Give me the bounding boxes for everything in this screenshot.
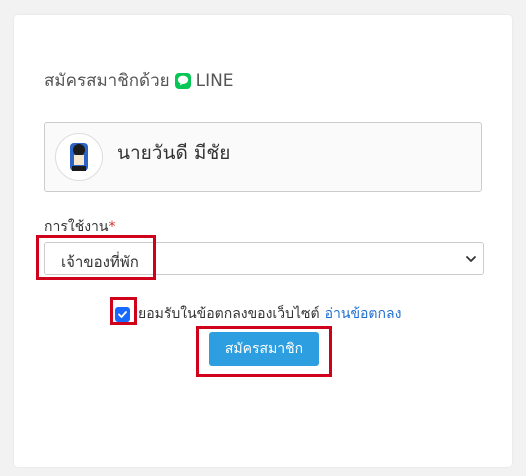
required-mark: * <box>108 219 116 235</box>
signup-title-text: สมัครสมาชิกด้วย <box>44 71 170 91</box>
usage-label-text: การใช้งาน <box>44 219 109 235</box>
signup-card: สมัครสมาชิกด้วย LINE นายวันดี มีชัย การใ… <box>14 15 512 467</box>
line-logo-icon <box>174 72 191 89</box>
line-profile-box: นายวันดี มีชัย <box>44 122 482 192</box>
terms-text: ยอมรับในข้อตกลงของเว็บไซต์ <box>138 306 320 322</box>
terms-link[interactable]: อ่านข้อตกลง <box>325 303 402 325</box>
signup-title: สมัครสมาชิกด้วย LINE <box>44 67 234 94</box>
highlight-submit-button <box>196 326 332 377</box>
highlight-terms-checkbox <box>110 297 137 325</box>
highlight-usage-select <box>36 235 156 280</box>
avatar <box>55 133 103 181</box>
profile-name: นายวันดี มีชัย <box>117 142 231 164</box>
terms-row: ยอมรับในข้อตกลงของเว็บไซต์ อ่านข้อตกลง <box>115 303 401 325</box>
chevron-down-icon <box>466 256 476 262</box>
line-label: LINE <box>195 70 234 91</box>
